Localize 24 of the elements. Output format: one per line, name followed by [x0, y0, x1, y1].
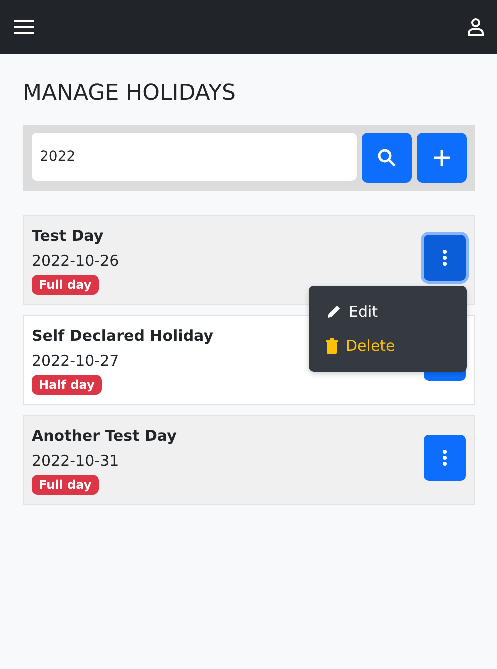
kebab-icon: [443, 250, 447, 266]
search-icon: [377, 148, 397, 168]
trash-icon: [326, 338, 338, 354]
add-button[interactable]: [417, 133, 467, 183]
day-type-badge: Half day: [32, 375, 102, 395]
menu-item[interactable]: Delete: [309, 329, 467, 363]
holiday-name: Test Day: [32, 226, 104, 247]
user-icon[interactable]: [467, 18, 485, 36]
plus-icon: [433, 149, 451, 167]
holiday-date: 2022-10-27: [32, 351, 120, 372]
holiday-name: Self Declared Holiday: [32, 326, 214, 347]
holiday-date: 2022-10-26: [32, 251, 120, 272]
menu-item[interactable]: Edit: [309, 295, 467, 329]
options-button[interactable]: [424, 235, 466, 281]
kebab-icon: [443, 450, 447, 466]
day-type-badge: Full day: [32, 475, 99, 495]
page-title: MANAGE HOLIDAYS: [23, 80, 237, 108]
options-button[interactable]: [424, 435, 466, 481]
day-type-badge: Full day: [32, 275, 99, 295]
menu-icon[interactable]: [14, 19, 34, 35]
holiday-name: Another Test Day: [32, 426, 177, 447]
search-button[interactable]: [362, 133, 412, 183]
search-field[interactable]: 2022: [32, 133, 357, 181]
holiday-date: 2022-10-31: [32, 451, 120, 472]
